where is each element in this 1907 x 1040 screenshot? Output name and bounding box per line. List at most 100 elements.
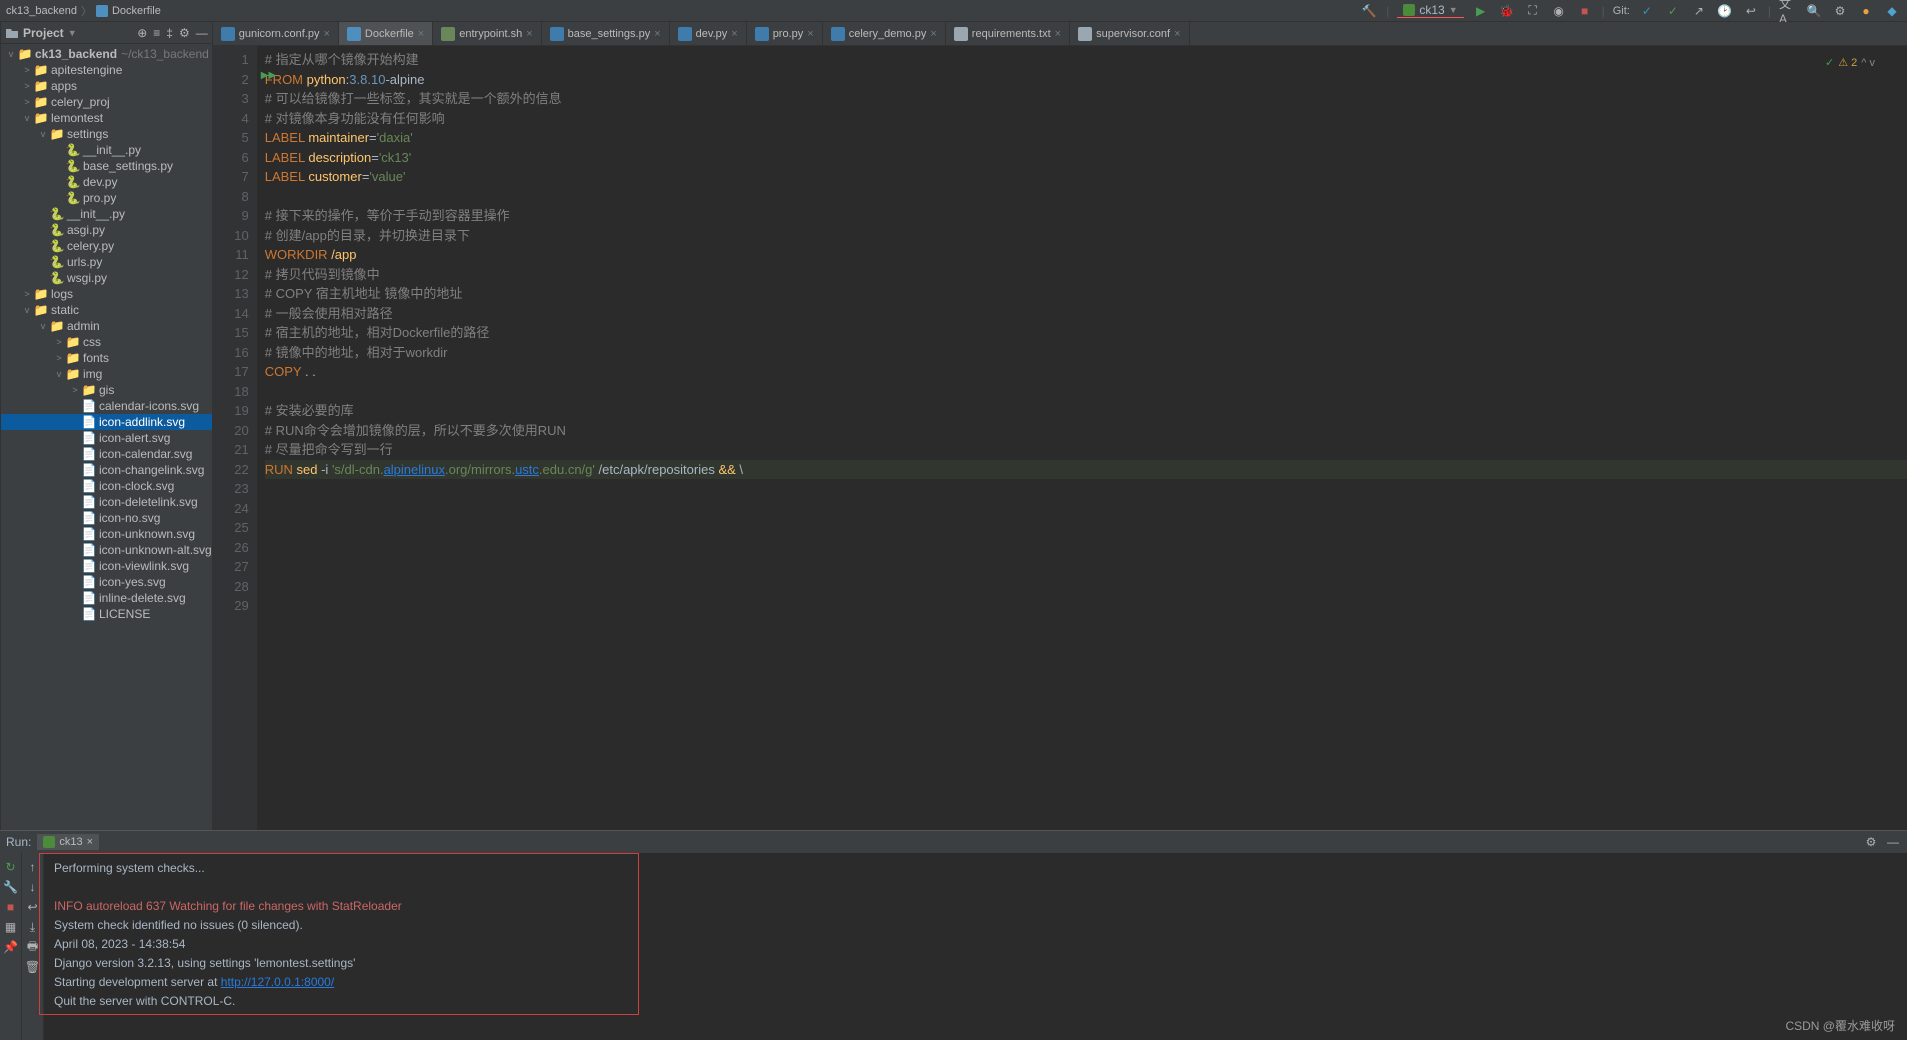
- toolbox-icon[interactable]: ◆: [1883, 2, 1901, 20]
- tree-item[interactable]: v📁img: [1, 366, 212, 382]
- tree-root[interactable]: v📁ck13_backend~/ck13_backend: [1, 46, 212, 62]
- tree-item[interactable]: 📄icon-changelink.svg: [1, 462, 212, 478]
- inspection-widget[interactable]: ✓ ⚠ 2 ^ v: [1825, 56, 1875, 69]
- run-config-selector[interactable]: ck13 ▼: [1397, 3, 1463, 18]
- tree-item[interactable]: 🐍urls.py: [1, 254, 212, 270]
- vcs-history-icon[interactable]: 🕑: [1716, 2, 1734, 20]
- tree-item[interactable]: 📄inline-delete.svg: [1, 590, 212, 606]
- tree-item[interactable]: 📄icon-deletelink.svg: [1, 494, 212, 510]
- tree-item[interactable]: v📁admin: [1, 318, 212, 334]
- soft-wrap-icon[interactable]: ↩: [25, 899, 41, 915]
- top-toolbar: ck13_backend 〉 Dockerfile 🔨 | ck13 ▼ ▶ 🐞…: [0, 0, 1907, 22]
- tree-item[interactable]: 📄icon-yes.svg: [1, 574, 212, 590]
- editor-tab[interactable]: base_settings.py×: [542, 22, 670, 45]
- hide-icon[interactable]: —: [1885, 834, 1901, 850]
- vcs-push-icon[interactable]: ↗: [1690, 2, 1708, 20]
- tree-item[interactable]: v📁static: [1, 302, 212, 318]
- vcs-update-icon[interactable]: ✓: [1638, 2, 1656, 20]
- tree-item[interactable]: 🐍celery.py: [1, 238, 212, 254]
- print-icon[interactable]: 🖶: [25, 939, 41, 955]
- git-label: Git:: [1613, 5, 1630, 17]
- stop-icon[interactable]: ■: [1576, 2, 1594, 20]
- tree-item[interactable]: >📁celery_proj: [1, 94, 212, 110]
- stop-icon[interactable]: ■: [3, 899, 19, 915]
- tree-item[interactable]: 📄icon-addlink.svg: [1, 414, 212, 430]
- tree-item[interactable]: 📄icon-calendar.svg: [1, 446, 212, 462]
- hide-icon[interactable]: —: [196, 26, 208, 40]
- breadcrumb-project[interactable]: ck13_backend: [6, 5, 77, 17]
- rerun-icon[interactable]: ↻: [3, 859, 19, 875]
- editor-tabs[interactable]: gunicorn.conf.py×Dockerfile×entrypoint.s…: [213, 22, 1907, 46]
- tree-item[interactable]: v📁settings: [1, 126, 212, 142]
- editor-tab[interactable]: dev.py×: [670, 22, 747, 45]
- scroll-end-icon[interactable]: ⤓: [25, 919, 41, 935]
- vcs-rollback-icon[interactable]: ↩: [1742, 2, 1760, 20]
- django-icon: [1403, 4, 1415, 16]
- collapse-all-icon[interactable]: ‡: [166, 26, 173, 40]
- tree-item[interactable]: 📄icon-clock.svg: [1, 478, 212, 494]
- debug-icon[interactable]: 🐞: [1498, 2, 1516, 20]
- wrench-icon[interactable]: 🔧: [3, 879, 19, 895]
- tree-item[interactable]: >📁css: [1, 334, 212, 350]
- breadcrumb-file[interactable]: Dockerfile: [112, 5, 161, 17]
- editor-tab[interactable]: celery_demo.py×: [823, 22, 946, 45]
- panel-settings-icon[interactable]: ⚙: [179, 26, 190, 40]
- tree-item[interactable]: 📄icon-no.svg: [1, 510, 212, 526]
- tree-item[interactable]: >📁apitestengine: [1, 62, 212, 78]
- console-output[interactable]: Performing system checks... INFO autorel…: [44, 853, 1907, 1040]
- tree-item[interactable]: 🐍__init__.py: [1, 142, 212, 158]
- select-opened-icon[interactable]: ⊕: [137, 26, 147, 40]
- breadcrumb[interactable]: ck13_backend 〉 Dockerfile: [6, 3, 161, 19]
- run-gutter-icon[interactable]: ▶▶: [261, 70, 276, 81]
- tree-item[interactable]: 🐍dev.py: [1, 174, 212, 190]
- down-icon[interactable]: ↓: [25, 879, 41, 895]
- tree-item[interactable]: 📄icon-unknown-alt.svg: [1, 542, 212, 558]
- expand-all-icon[interactable]: ≡: [153, 26, 160, 40]
- layout-icon[interactable]: ▦: [3, 919, 19, 935]
- clear-icon[interactable]: 🗑: [25, 959, 41, 975]
- run-icon[interactable]: ▶: [1472, 2, 1490, 20]
- editor-tab[interactable]: entrypoint.sh×: [433, 22, 541, 45]
- editor-tab[interactable]: Dockerfile×: [339, 22, 433, 45]
- console-toolbar: ↑ ↓ ↩ ⤓ 🖶 🗑: [22, 853, 44, 1040]
- avatar-icon[interactable]: ●: [1857, 2, 1875, 20]
- tree-item[interactable]: >📁fonts: [1, 350, 212, 366]
- translate-icon[interactable]: 文A: [1779, 2, 1797, 20]
- tree-item[interactable]: >📁gis: [1, 382, 212, 398]
- editor-tab[interactable]: pro.py×: [747, 22, 823, 45]
- folder-icon: [5, 26, 19, 40]
- up-icon[interactable]: ↑: [25, 859, 41, 875]
- tree-item[interactable]: v📁lemontest: [1, 110, 212, 126]
- tree-item[interactable]: 📄icon-alert.svg: [1, 430, 212, 446]
- tree-item[interactable]: >📁logs: [1, 286, 212, 302]
- close-icon[interactable]: ×: [87, 836, 93, 848]
- tree-item[interactable]: 🐍pro.py: [1, 190, 212, 206]
- build-icon[interactable]: 🔨: [1360, 2, 1378, 20]
- tree-item[interactable]: >📁apps: [1, 78, 212, 94]
- settings-icon[interactable]: ⚙: [1831, 2, 1849, 20]
- tree-item[interactable]: 📄icon-viewlink.svg: [1, 558, 212, 574]
- django-icon: [43, 836, 55, 848]
- tree-item[interactable]: 📄icon-unknown.svg: [1, 526, 212, 542]
- project-panel-title[interactable]: Project ▼: [5, 26, 77, 40]
- run-label: Run:: [6, 835, 31, 849]
- tree-item[interactable]: 📄calendar-icons.svg: [1, 398, 212, 414]
- tree-item[interactable]: 🐍wsgi.py: [1, 270, 212, 286]
- tree-item[interactable]: 🐍base_settings.py: [1, 158, 212, 174]
- tree-item[interactable]: 📄LICENSE: [1, 606, 212, 622]
- editor-tab[interactable]: supervisor.conf×: [1070, 22, 1189, 45]
- run-tool-window: Run: ck13 × ⚙ — ↻ 🔧 ■ ▦ 📌 ↑ ↓ ↩ ⤓ 🖶 🗑: [0, 830, 1907, 1040]
- profile-icon[interactable]: ◉: [1550, 2, 1568, 20]
- coverage-icon[interactable]: ⛶: [1524, 2, 1542, 20]
- tree-item[interactable]: 🐍asgi.py: [1, 222, 212, 238]
- editor-tab[interactable]: gunicorn.conf.py×: [213, 22, 339, 45]
- pin-icon[interactable]: 📌: [3, 939, 19, 955]
- vcs-commit-icon[interactable]: ✓: [1664, 2, 1682, 20]
- panel-settings-icon[interactable]: ⚙: [1863, 834, 1879, 850]
- docker-icon: [96, 5, 108, 17]
- tree-item[interactable]: 🐍__init__.py: [1, 206, 212, 222]
- search-icon[interactable]: 🔍: [1805, 2, 1823, 20]
- run-tab[interactable]: ck13 ×: [37, 834, 99, 850]
- watermark: CSDN @覆水难收呀: [1785, 1017, 1895, 1034]
- editor-tab[interactable]: requirements.txt×: [946, 22, 1070, 45]
